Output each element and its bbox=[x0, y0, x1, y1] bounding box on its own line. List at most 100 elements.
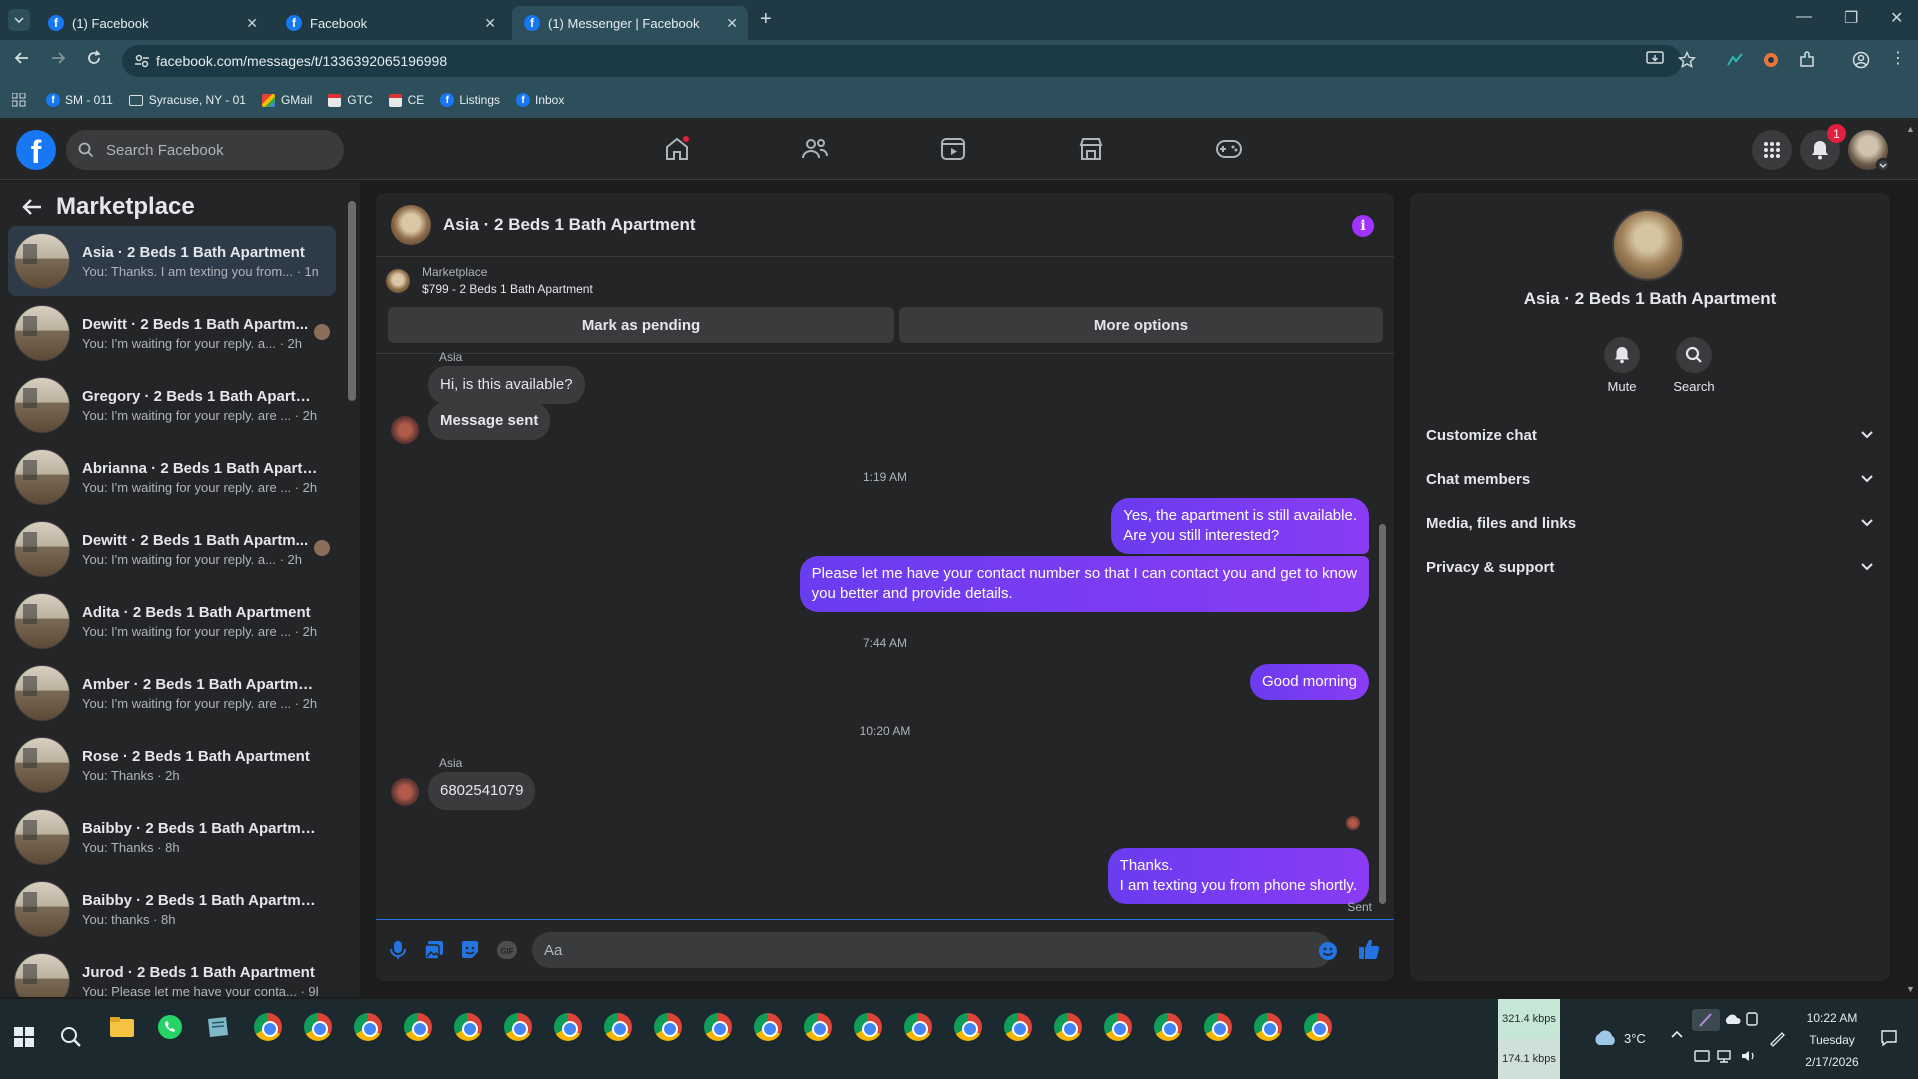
conversation-item[interactable]: Jurod · 2 Beds 1 Bath Apartment You: Plea… bbox=[8, 946, 336, 997]
chrome-icon[interactable] bbox=[1204, 1013, 1232, 1041]
clock-time[interactable]: 10:22 AM bbox=[1804, 1011, 1860, 1025]
chat-title[interactable]: Asia · 2 Beds 1 Bath Apartment bbox=[443, 215, 696, 235]
bookmark-item[interactable]: GMail bbox=[261, 93, 312, 107]
temperature[interactable]: 3°C bbox=[1624, 1031, 1646, 1046]
search-input[interactable]: Search Facebook bbox=[66, 130, 344, 170]
home-nav-button[interactable] bbox=[660, 132, 694, 166]
bookmark-item[interactable]: f SM - 011 bbox=[46, 93, 113, 107]
extension-icon[interactable] bbox=[1726, 51, 1744, 69]
gif-button[interactable]: GIF bbox=[496, 940, 518, 960]
conversation-item[interactable]: Dewitt · 2 Beds 1 Bath Apartm... You: I'm… bbox=[8, 298, 336, 368]
chrome-icon[interactable] bbox=[1004, 1013, 1032, 1041]
customize-chat-section[interactable]: Customize chat bbox=[1426, 417, 1874, 453]
outgoing-message[interactable]: Good morning bbox=[1249, 664, 1369, 700]
listing-avatar[interactable] bbox=[1612, 209, 1684, 281]
outgoing-message[interactable]: Thanks. I am texting you from phone shor… bbox=[1107, 848, 1369, 904]
page-scroll-down-arrow[interactable]: ▼ bbox=[1906, 984, 1915, 994]
incoming-message[interactable]: Hi, is this available? bbox=[428, 366, 585, 404]
install-app-icon[interactable] bbox=[1646, 51, 1664, 67]
incoming-message[interactable]: Message sent bbox=[428, 402, 551, 440]
chrome-icon[interactable] bbox=[804, 1013, 832, 1041]
chrome-icon[interactable] bbox=[1104, 1013, 1132, 1041]
bookmark-item[interactable]: f Listings bbox=[440, 93, 500, 107]
video-nav-button[interactable] bbox=[936, 132, 970, 166]
network-icon[interactable] bbox=[1716, 1049, 1734, 1063]
mark-pending-button[interactable]: Mark as pending bbox=[388, 307, 894, 343]
chrome-icon[interactable] bbox=[1254, 1013, 1282, 1041]
conversation-item[interactable]: Asia · 2 Beds 1 Bath Apartment You: Thank… bbox=[8, 226, 336, 296]
restore-button[interactable]: ❐ bbox=[1844, 8, 1858, 28]
whatsapp-icon[interactable] bbox=[156, 1013, 184, 1041]
chrome-icon[interactable] bbox=[304, 1013, 332, 1041]
media-files-section[interactable]: Media, files and links bbox=[1426, 505, 1874, 541]
onedrive-icon[interactable] bbox=[1724, 1013, 1742, 1025]
pen-icon[interactable] bbox=[1692, 1009, 1720, 1031]
file-explorer-icon[interactable] bbox=[108, 1013, 136, 1041]
tab-search-button[interactable] bbox=[8, 9, 30, 31]
chat-avatar[interactable] bbox=[391, 204, 431, 245]
chrome-icon[interactable] bbox=[754, 1013, 782, 1041]
chrome-icon[interactable] bbox=[404, 1013, 432, 1041]
facebook-logo[interactable]: f bbox=[16, 130, 56, 170]
browser-tab[interactable]: f (1) Facebook ✕ bbox=[36, 6, 268, 40]
meet-now-icon[interactable] bbox=[1694, 1049, 1710, 1063]
outgoing-message[interactable]: Please let me have your contact number s… bbox=[799, 556, 1369, 612]
chat-scrollbar[interactable] bbox=[1379, 524, 1386, 904]
sender-avatar[interactable] bbox=[391, 778, 419, 806]
account-avatar[interactable] bbox=[1848, 130, 1890, 172]
extensions-puzzle-icon[interactable] bbox=[1798, 51, 1816, 69]
volume-icon[interactable] bbox=[1740, 1049, 1758, 1063]
like-button[interactable] bbox=[1358, 938, 1380, 960]
windows-start-icon[interactable] bbox=[14, 1027, 34, 1047]
close-window-button[interactable]: ✕ bbox=[1890, 8, 1903, 28]
sidebar-scrollbar[interactable] bbox=[348, 201, 356, 401]
marketplace-nav-button[interactable] bbox=[1074, 132, 1108, 166]
bookmark-star-icon[interactable] bbox=[1678, 51, 1696, 69]
bookmark-item[interactable]: GTC bbox=[328, 93, 373, 107]
app-icon[interactable] bbox=[204, 1013, 232, 1041]
clock-date[interactable]: 2/17/2026 bbox=[1800, 1055, 1864, 1069]
close-tab-icon[interactable]: ✕ bbox=[246, 15, 258, 32]
bookmark-item[interactable]: CE bbox=[388, 93, 424, 107]
page-scroll-up-arrow[interactable]: ▲ bbox=[1906, 124, 1915, 134]
conversation-item[interactable]: Abrianna · 2 Beds 1 Bath Apartm... You: I… bbox=[8, 442, 336, 512]
chrome-icon[interactable] bbox=[904, 1013, 932, 1041]
chrome-icon[interactable] bbox=[504, 1013, 532, 1041]
site-settings-icon[interactable] bbox=[134, 53, 150, 69]
url-field[interactable]: facebook.com/messages/t/1336392065196998 bbox=[122, 45, 1682, 77]
conversation-item[interactable]: Baibby · 2 Beds 1 Bath Apartment You: tha… bbox=[8, 874, 336, 944]
extension-icon[interactable] bbox=[1762, 51, 1780, 69]
browser-menu-icon[interactable]: ⋮ bbox=[1890, 48, 1906, 68]
browser-tab-active[interactable]: f (1) Messenger | Facebook ✕ bbox=[512, 6, 748, 40]
reload-button[interactable] bbox=[86, 50, 102, 66]
sender-avatar[interactable] bbox=[391, 416, 419, 444]
bookmark-item[interactable]: f Inbox bbox=[516, 93, 564, 107]
attach-photo-button[interactable] bbox=[424, 940, 444, 960]
gaming-nav-button[interactable] bbox=[1212, 132, 1246, 166]
chevron-up-icon[interactable] bbox=[1670, 1029, 1684, 1039]
new-tab-button[interactable]: + bbox=[760, 8, 772, 31]
mute-button[interactable]: Mute bbox=[1592, 337, 1652, 394]
close-tab-icon[interactable]: ✕ bbox=[484, 15, 496, 32]
chrome-icon[interactable] bbox=[254, 1013, 282, 1041]
conversation-item[interactable]: Dewitt · 2 Beds 1 Bath Apartm... You: I'm… bbox=[8, 514, 336, 584]
chrome-icon[interactable] bbox=[554, 1013, 582, 1041]
back-button[interactable] bbox=[14, 50, 30, 66]
emoji-button[interactable] bbox=[1318, 941, 1338, 961]
browser-tab[interactable]: f Facebook ✕ bbox=[274, 6, 506, 40]
chrome-icon[interactable] bbox=[654, 1013, 682, 1041]
device-icon[interactable] bbox=[1744, 1011, 1760, 1027]
message-input[interactable]: Aa bbox=[532, 932, 1332, 968]
pen-menu-icon[interactable] bbox=[1768, 1029, 1786, 1047]
chrome-icon[interactable] bbox=[604, 1013, 632, 1041]
listing-banner[interactable]: Marketplace $799 - 2 Beds 1 Bath Apartme… bbox=[386, 265, 593, 296]
notification-center-icon[interactable] bbox=[1880, 1029, 1898, 1047]
chat-members-section[interactable]: Chat members bbox=[1426, 461, 1874, 497]
chrome-icon[interactable] bbox=[1304, 1013, 1332, 1041]
info-icon[interactable]: i bbox=[1352, 215, 1374, 237]
apps-grid-icon[interactable] bbox=[12, 93, 26, 107]
privacy-support-section[interactable]: Privacy & support bbox=[1426, 549, 1874, 585]
weather-cloud-icon[interactable] bbox=[1592, 1029, 1618, 1047]
friends-nav-button[interactable] bbox=[798, 132, 832, 166]
more-options-button[interactable]: More options bbox=[899, 307, 1383, 343]
